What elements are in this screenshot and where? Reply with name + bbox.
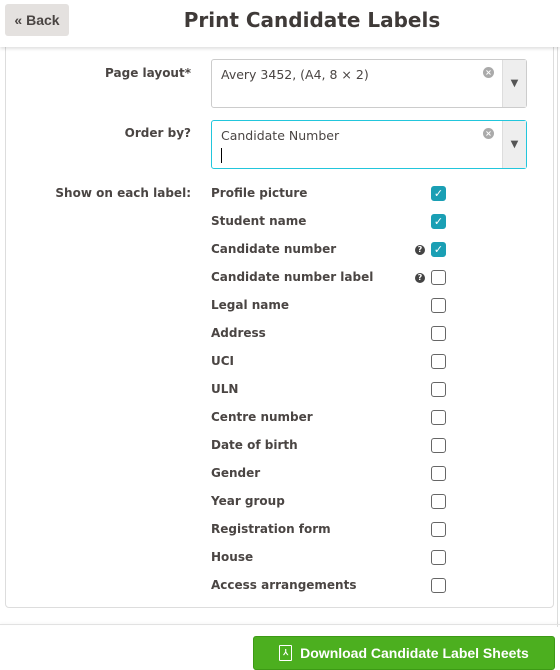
option-row: Gender: [211, 464, 451, 484]
page-layout-select[interactable]: Avery 3452, (A4, 8 × 2) × ▼: [211, 59, 527, 108]
page-title: Print Candidate Labels: [183, 8, 441, 32]
scrollbar[interactable]: [557, 47, 558, 627]
option-label: Date of birth: [211, 438, 298, 452]
option-label: Gender: [211, 466, 261, 480]
order-by-label: Order by?: [124, 126, 191, 140]
option-label: Year group: [211, 494, 285, 508]
option-label: Profile picture: [211, 186, 308, 200]
option-checkbox[interactable]: ✓: [431, 242, 446, 257]
option-label: Address: [211, 326, 266, 340]
order-by-select[interactable]: Candidate Number × ▼: [211, 120, 527, 169]
clear-icon[interactable]: ×: [483, 128, 494, 139]
help-icon[interactable]: ?: [415, 273, 425, 283]
option-label: Candidate number: [211, 242, 337, 256]
download-button[interactable]: ⅄ Download Candidate Label Sheets: [253, 636, 555, 670]
option-checkbox[interactable]: [431, 550, 446, 565]
option-label: Centre number: [211, 410, 313, 424]
option-row: House: [211, 548, 451, 568]
option-row: ULN: [211, 380, 451, 400]
option-checkbox[interactable]: [431, 466, 446, 481]
option-row: Address: [211, 324, 451, 344]
help-icon[interactable]: ?: [415, 245, 425, 255]
option-row: Access arrangements: [211, 576, 451, 596]
option-row: Student name ✓: [211, 212, 451, 232]
option-checkbox[interactable]: ✓: [431, 186, 446, 201]
option-checkbox[interactable]: [431, 382, 446, 397]
option-label: Candidate number label: [211, 270, 374, 284]
page-layout-value: Avery 3452, (A4, 8 × 2): [221, 67, 369, 82]
option-label: Legal name: [211, 298, 290, 312]
text-cursor: [221, 148, 222, 163]
pdf-file-icon: ⅄: [279, 645, 293, 661]
option-row: Centre number: [211, 408, 451, 428]
option-row: Candidate number label?: [211, 268, 451, 288]
option-checkbox[interactable]: [431, 438, 446, 453]
option-row: Year group: [211, 492, 451, 512]
download-label: Download Candidate Label Sheets: [300, 645, 529, 661]
option-label: Registration form: [211, 522, 331, 536]
option-row: UCI: [211, 352, 451, 372]
option-label: Student name: [211, 214, 307, 228]
option-row: Legal name: [211, 296, 451, 316]
option-checkbox[interactable]: [431, 298, 446, 313]
option-checkbox[interactable]: [431, 270, 446, 285]
chevron-down-icon[interactable]: ▼: [502, 60, 526, 107]
option-checkbox[interactable]: ✓: [431, 214, 446, 229]
option-checkbox[interactable]: [431, 578, 446, 593]
option-row: Date of birth: [211, 436, 451, 456]
show-on-label: Show on each label:: [55, 186, 191, 200]
option-row: Profile picture ✓: [211, 184, 451, 204]
clear-icon[interactable]: ×: [483, 67, 494, 78]
option-row: Candidate number? ✓: [211, 240, 451, 260]
option-label: ULN: [211, 382, 239, 396]
page-layout-label: Page layout*: [105, 66, 191, 80]
option-label: UCI: [211, 354, 235, 368]
option-row: Registration form: [211, 520, 451, 540]
option-checkbox[interactable]: [431, 326, 446, 341]
chevron-down-icon[interactable]: ▼: [502, 121, 526, 168]
option-checkbox[interactable]: [431, 354, 446, 369]
option-checkbox[interactable]: [431, 410, 446, 425]
option-label: House: [211, 550, 254, 564]
option-checkbox[interactable]: [431, 494, 446, 509]
footer-divider: [0, 624, 560, 625]
header: « Back Print Candidate Labels: [0, 0, 560, 47]
option-checkbox[interactable]: [431, 522, 446, 537]
order-by-value: Candidate Number: [221, 128, 340, 143]
option-label: Access arrangements: [211, 578, 357, 592]
